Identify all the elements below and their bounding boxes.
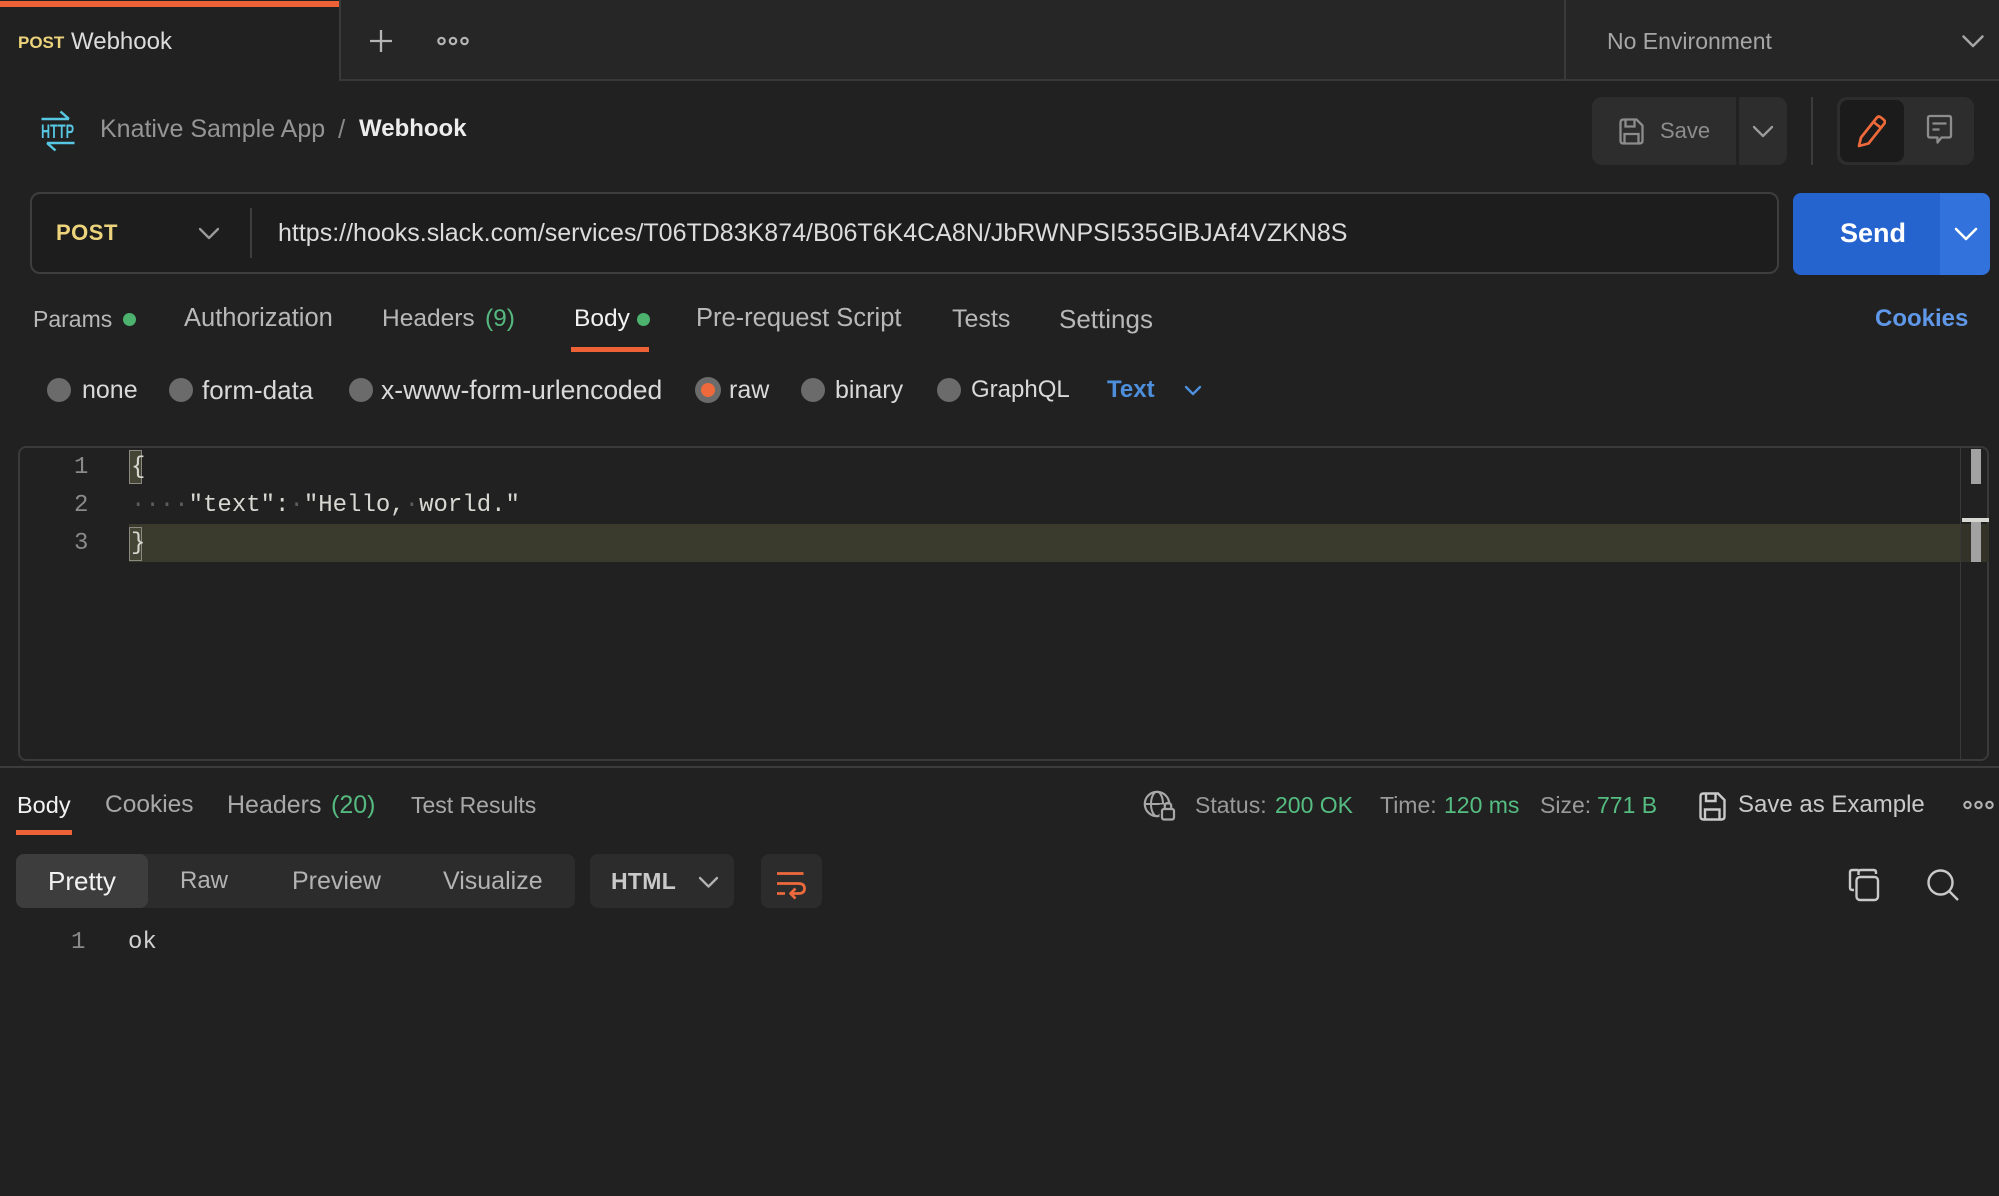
svg-text:HTTP: HTTP: [41, 122, 74, 143]
